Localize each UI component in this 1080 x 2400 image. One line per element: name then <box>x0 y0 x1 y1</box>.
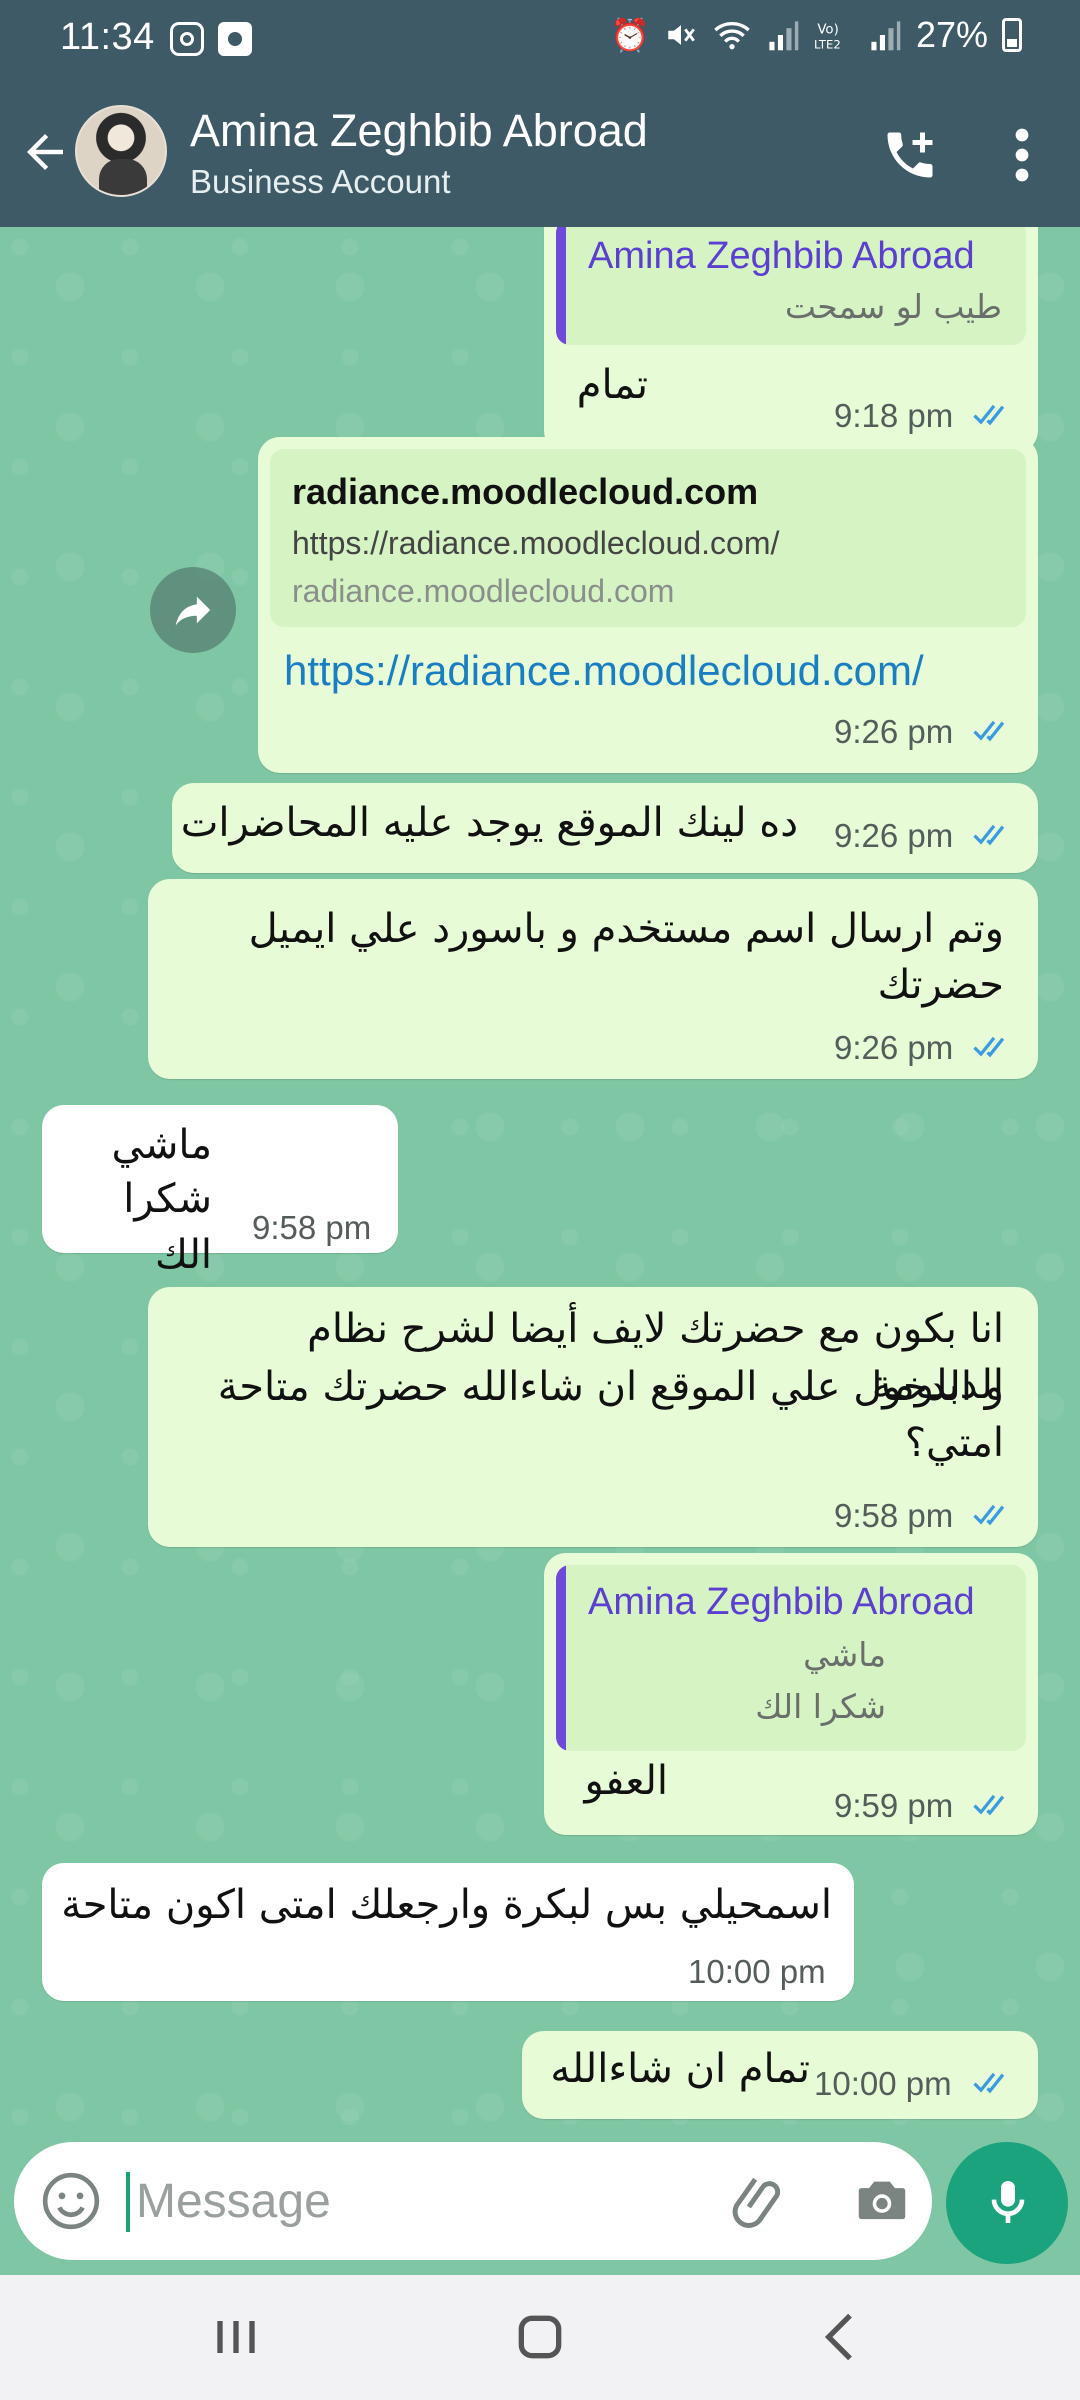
read-ticks-icon <box>973 1504 1005 1526</box>
message-bubble[interactable]: انا بكون مع حضرتك لايف أيضا لشرح نظام ال… <box>148 1287 1038 1547</box>
message-bubble[interactable]: Amina Zeghbib Abroad طيب لو سمحت تمام 9:… <box>544 227 1038 453</box>
quoted-message[interactable]: Amina Zeghbib Abroad طيب لو سمحت <box>556 227 1026 345</box>
message-time: 9:26 pm <box>834 1029 954 1066</box>
chat-header: Amina Zeghbib Abroad Business Account <box>0 95 1080 215</box>
message-text-line: حضرتك <box>877 962 1004 1008</box>
read-ticks-icon <box>973 2072 1005 2094</box>
message-input[interactable] <box>136 2164 696 2238</box>
system-nav-bar <box>0 2275 1080 2400</box>
status-time: 11:34 <box>60 16 155 58</box>
read-ticks-icon <box>973 824 1005 846</box>
back-icon[interactable] <box>810 2305 874 2369</box>
wifi-icon <box>714 22 750 50</box>
signal-icon-2 <box>871 21 901 51</box>
message-bubble[interactable]: تمام ان شاءالله 10:00 pm <box>522 2031 1038 2119</box>
message-text: ده لينك الموقع يوجد عليه المحاضرات <box>180 800 798 846</box>
link-preview-title: radiance.moodlecloud.com <box>292 471 759 512</box>
message-time: 10:00 pm <box>814 2065 952 2102</box>
message-bubble[interactable]: اسمحيلي بس لبكرة وارجعلك امتى اكون متاحة… <box>42 1863 854 2001</box>
message-text: اسمحيلي بس لبكرة وارجعلك امتى اكون متاحة <box>61 1882 832 1928</box>
status-right: ⏰ Vo) LTE2 27% <box>610 14 1022 56</box>
mute-icon <box>668 25 695 45</box>
chat-area[interactable]: Amina Zeghbib Abroad طيب لو سمحت تمام 9:… <box>0 227 1080 2147</box>
quote-text-line: شكرا الك <box>755 1687 886 1726</box>
message-time: 10:00 pm <box>688 1953 826 1990</box>
message-text-line: وتم ارسال اسم مستخدم و باسورد علي ايميل <box>248 906 1004 952</box>
back-arrow-icon[interactable] <box>18 125 72 179</box>
read-ticks-icon <box>973 1794 1005 1816</box>
message-bubble[interactable]: Amina Zeghbib Abroad ماشي شكرا الك العفو… <box>544 1553 1038 1835</box>
instagram-icon <box>170 22 204 56</box>
message-bubble[interactable]: radiance.moodlecloud.com https://radianc… <box>258 437 1038 773</box>
camera-icon[interactable] <box>850 2170 914 2232</box>
attach-icon[interactable] <box>726 2168 792 2234</box>
quote-text-line: ماشي <box>803 1635 886 1674</box>
message-bubble[interactable]: وتم ارسال اسم مستخدم و باسورد علي ايميل … <box>148 879 1038 1079</box>
link-preview-url: https://radiance.moodlecloud.com/ <box>292 525 780 561</box>
quote-bar <box>556 1565 566 1751</box>
microphone-icon <box>991 2181 1025 2223</box>
message-time: 9:59 pm <box>834 1787 954 1824</box>
message-link[interactable]: https://radiance.moodlecloud.com/ <box>284 647 924 695</box>
message-bubble[interactable]: ده لينك الموقع يوجد عليه المحاضرات 9:26 … <box>172 783 1038 873</box>
message-time: 9:18 pm <box>834 397 954 434</box>
read-ticks-icon <box>973 1036 1005 1058</box>
contact-avatar[interactable] <box>75 105 167 197</box>
status-bar: 11:34 ⏰ Vo) LTE2 27% <box>0 0 1080 80</box>
battery-percent: 27% <box>915 14 988 55</box>
message-text-line: امتي؟ <box>904 1420 1004 1466</box>
message-bubble[interactable]: ماشي شكرا الك 9:58 pm <box>42 1105 398 1278</box>
emoji-icon[interactable] <box>40 2170 102 2232</box>
alarm-icon: ⏰ <box>610 17 650 53</box>
message-composer <box>14 2142 932 2260</box>
forward-button[interactable] <box>150 567 236 653</box>
message-time: 9:58 pm <box>834 1497 954 1534</box>
message-text: تمام ان شاءالله <box>550 2046 810 2092</box>
svg-text:Vo): Vo) <box>817 22 838 37</box>
svg-text:LTE2: LTE2 <box>814 37 841 51</box>
message-text-line: و الدخول علي الموقع ان شاءالله حضرتك متا… <box>217 1364 1004 1410</box>
text-caret <box>126 2172 130 2232</box>
message-time: 9:26 pm <box>834 817 954 854</box>
quote-bar <box>556 227 566 345</box>
quote-sender: Amina Zeghbib Abroad <box>588 1581 975 1623</box>
forward-icon <box>175 596 211 626</box>
message-text-line: ماشي <box>111 1122 212 1168</box>
contact-name[interactable]: Amina Zeghbib Abroad <box>190 105 648 157</box>
link-preview-domain: radiance.moodlecloud.com <box>292 573 675 609</box>
app-icon <box>218 22 252 56</box>
battery-icon <box>1002 18 1022 52</box>
message-text: تمام <box>576 362 648 408</box>
home-icon[interactable] <box>508 2305 572 2369</box>
top-bar: 11:34 ⏰ Vo) LTE2 27% Amina Zeghbib Abroad… <box>0 0 1080 227</box>
contact-subtitle: Business Account <box>190 163 451 200</box>
message-time: 9:26 pm <box>834 713 954 750</box>
signal-icon <box>769 21 799 51</box>
message-text-line: شكرا الك <box>123 1176 212 1278</box>
voice-message-button[interactable] <box>946 2142 1068 2264</box>
add-call-icon[interactable] <box>880 125 940 185</box>
recent-apps-icon[interactable] <box>204 2305 268 2369</box>
link-preview-card[interactable]: radiance.moodlecloud.com https://radianc… <box>270 449 1026 627</box>
read-ticks-icon <box>973 720 1005 742</box>
quote-text: طيب لو سمحت <box>784 287 1002 326</box>
read-ticks-icon <box>973 404 1005 426</box>
message-time: 9:58 pm <box>252 1209 372 1246</box>
message-text: العفو <box>584 1758 669 1804</box>
volte-icon: Vo)LTE2 <box>814 22 841 51</box>
more-options-icon[interactable] <box>1002 125 1042 185</box>
quote-sender: Amina Zeghbib Abroad <box>588 235 975 277</box>
quoted-message[interactable]: Amina Zeghbib Abroad ماشي شكرا الك <box>556 1565 1026 1751</box>
